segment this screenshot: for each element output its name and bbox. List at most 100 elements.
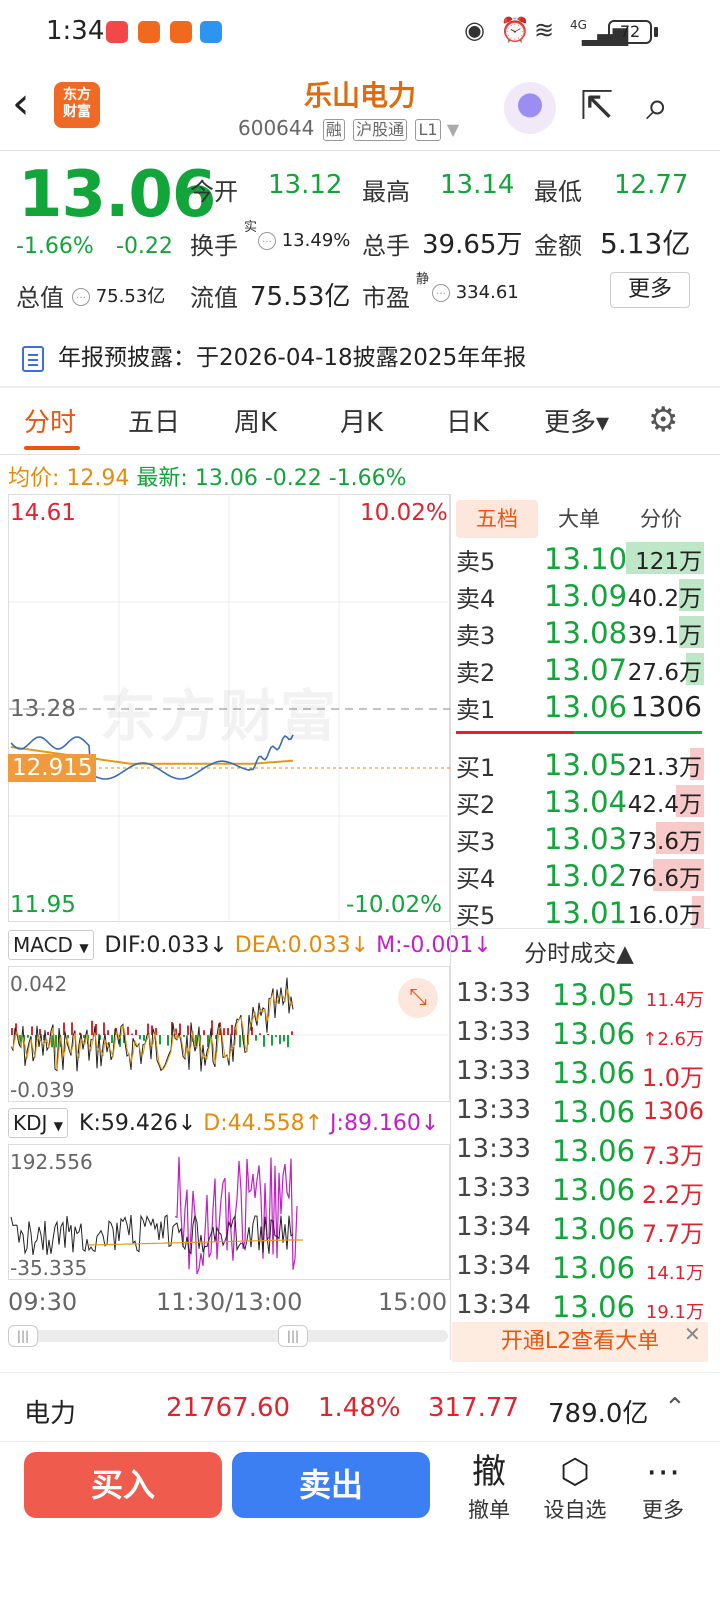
ask-row[interactable]: 卖3 13.08 39.1万 <box>456 612 704 650</box>
tab-intraday[interactable]: 分时 <box>24 402 76 439</box>
volume-label: 总手 <box>362 232 410 260</box>
watermark: 东方财富 <box>100 685 340 750</box>
macd-svg <box>9 977 451 1072</box>
tab-price-distribution[interactable]: 分价 <box>620 500 702 538</box>
sector-bar[interactable]: 电力 21767.60 1.48% 317.77 789.0亿 ⌃ <box>0 1372 720 1442</box>
level-label: 买3 <box>456 828 496 856</box>
macd-selector-label: MACD <box>13 933 73 957</box>
info-icon[interactable]: … <box>432 284 450 302</box>
chevron-up-icon[interactable]: ⌃ <box>664 1393 686 1423</box>
turnover-value: 13.49% <box>281 230 351 251</box>
gear-icon[interactable]: ⚙ <box>648 400 678 440</box>
sell-button[interactable]: 卖出 <box>232 1452 430 1518</box>
tab-more[interactable]: 更多▾ <box>544 402 609 439</box>
battery-cap <box>654 27 658 37</box>
bid-row[interactable]: 买3 13.03 73.6万 <box>456 818 704 856</box>
tab-monthly-k[interactable]: 月K <box>340 402 383 439</box>
bid-row[interactable]: 买2 13.04 42.4万 <box>456 781 704 819</box>
tab-weekly-k[interactable]: 周K <box>234 402 277 439</box>
chat-notification-icon <box>200 21 222 43</box>
level-price: 13.09 <box>544 579 628 613</box>
scroll-handle-right[interactable]: ||| <box>278 1325 308 1347</box>
level-price: 13.06 <box>544 690 628 724</box>
macd-bar <box>203 1030 205 1035</box>
macd-bar <box>227 1028 229 1035</box>
last-change-pct: -1.66% <box>328 466 407 491</box>
high-value: 13.14 <box>440 170 515 200</box>
macd-selector[interactable]: MACD ▼ <box>8 930 94 960</box>
macd-bar <box>271 1035 273 1046</box>
tab-daily-k[interactable]: 日K <box>446 402 489 439</box>
amount-label: 金额 <box>534 232 582 260</box>
tab-five-levels[interactable]: 五档 <box>456 500 538 538</box>
kdj-selector-label: KDJ <box>13 1111 48 1135</box>
macd-bar <box>283 1035 285 1042</box>
change-percent: -1.66% <box>16 234 94 259</box>
current-price: 13.06 <box>18 158 216 232</box>
macd-bar <box>143 1035 145 1041</box>
more-quote-button[interactable]: 更多 <box>610 272 690 308</box>
document-icon <box>22 345 44 372</box>
cancel-order-button[interactable]: 撤 撤单 <box>454 1452 524 1524</box>
scroll-handle-left[interactable]: ||| <box>8 1325 38 1347</box>
level-price: 13.01 <box>544 896 628 930</box>
ask-row[interactable]: 卖5 13.10 121万 <box>456 538 704 576</box>
trade-row: 13:33 13.05 11.4万 <box>456 976 706 1014</box>
ask-bid-separator-green <box>574 731 702 734</box>
kdj-d: D:44.558↑ <box>203 1111 324 1136</box>
expand-icon[interactable]: ⤡ <box>398 978 438 1018</box>
level-volume: 121万 <box>635 549 702 575</box>
stock-name[interactable]: 乐山电力 <box>260 74 460 114</box>
hk-connect-tag: 沪股通 <box>353 119 408 141</box>
share-icon[interactable]: ⇱ <box>580 86 614 126</box>
ask-row[interactable]: 卖4 13.09 40.2万 <box>456 575 704 613</box>
avg-price-line: 均价: 12.94 最新: 13.06 -0.22 -1.66% <box>8 460 407 492</box>
macd-bar <box>127 1026 129 1035</box>
time-scrollbar[interactable] <box>8 1330 448 1342</box>
l2-upgrade-banner[interactable]: 开通L2查看大单 <box>452 1322 708 1362</box>
add-watchlist-button[interactable]: ⬡ 设自选 <box>540 1452 610 1524</box>
macd-bar <box>259 1033 261 1035</box>
bid-row[interactable]: 买5 13.01 16.0万 <box>456 892 704 930</box>
chevron-down-icon[interactable]: ▼ <box>447 120 459 139</box>
level-volume: 73.6万 <box>627 829 702 855</box>
trade-row: 13:34 13.06 14.1万 <box>456 1249 706 1287</box>
buy-button[interactable]: 买入 <box>24 1452 222 1518</box>
assistant-avatar[interactable] <box>504 82 556 134</box>
macd-bar <box>71 1022 73 1035</box>
bid-row[interactable]: 买4 13.02 76.6万 <box>456 855 704 893</box>
level-price: 13.04 <box>544 785 628 819</box>
app-notification-icon <box>106 21 128 43</box>
bid-row[interactable]: 买1 13.05 21.3万 <box>456 744 704 782</box>
price-bottom-label: 11.95 <box>10 892 76 918</box>
tab-five-day[interactable]: 五日 <box>128 402 180 439</box>
tab-big-orders[interactable]: 大单 <box>538 500 620 538</box>
close-icon[interactable]: ✕ <box>684 1322 701 1346</box>
ask-row[interactable]: 卖2 13.07 27.6万 <box>456 649 704 687</box>
ask-row[interactable]: 卖1 13.06 1306 <box>456 686 704 724</box>
more-button[interactable]: ⋯ 更多 <box>628 1452 698 1524</box>
logo-text-line2: 财富 <box>63 104 91 120</box>
pct-bottom-label: -10.02% <box>346 892 442 918</box>
logo-text-line1: 东方 <box>63 87 91 103</box>
more-label: 更多 <box>642 1498 684 1522</box>
open-label: 今开 <box>190 178 238 206</box>
price-top-label: 14.61 <box>10 500 76 526</box>
kdj-bottom-label: -35.335 <box>10 1256 88 1280</box>
trade-row: 13:33 13.06 2.2万 <box>456 1171 706 1209</box>
kdj-selector[interactable]: KDJ ▼ <box>8 1108 69 1138</box>
level-price: 13.02 <box>544 859 628 893</box>
info-icon[interactable]: … <box>72 288 90 306</box>
annual-report-notice[interactable]: 年报预披露：于2026-04-18披露2025年年报 <box>22 338 526 372</box>
trade-volume: 7.3万 <box>641 1142 704 1170</box>
macd-bar <box>27 1035 29 1038</box>
info-icon[interactable]: … <box>258 232 276 250</box>
macd-bar <box>111 1035 113 1043</box>
trade-volume: 11.4万 <box>645 990 704 1011</box>
low-value: 12.77 <box>614 170 689 200</box>
macd-bottom-label: -0.039 <box>10 1078 75 1102</box>
last-change: -0.22 <box>264 466 322 491</box>
trades-header[interactable]: 分时成交▲ <box>452 934 706 968</box>
back-icon[interactable]: ‹ <box>12 82 30 126</box>
search-icon[interactable]: ⌕ <box>646 86 668 126</box>
